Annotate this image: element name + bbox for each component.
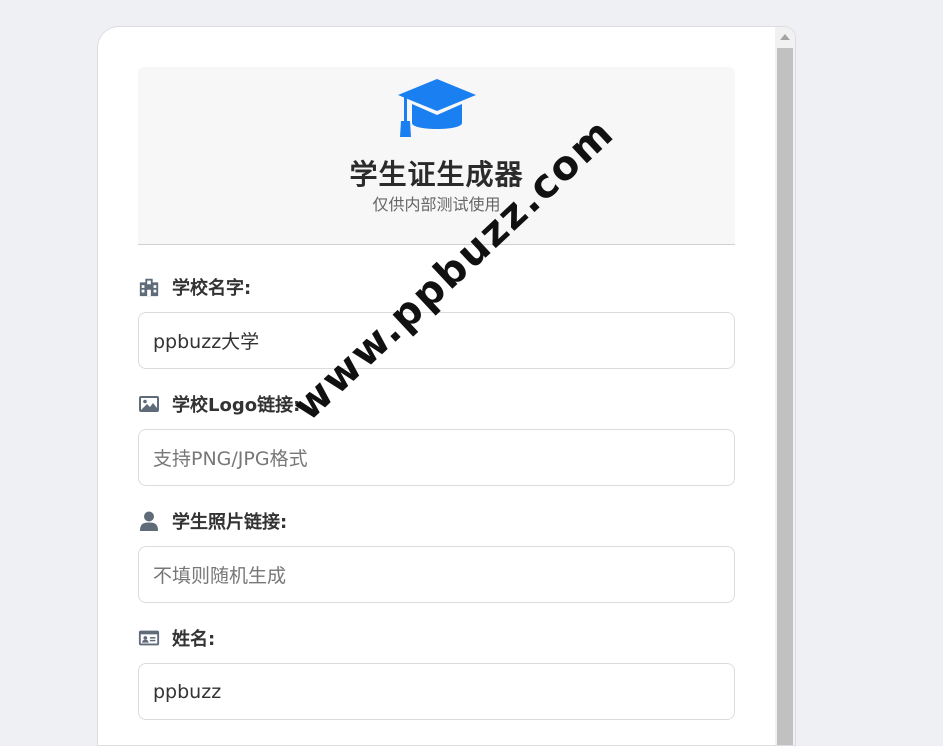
school-name-input[interactable]: ppbuzz大学 xyxy=(138,312,735,369)
student-photo-label-text: 学生照片链接: xyxy=(172,512,288,533)
student-photo-input[interactable]: 不填则随机生成 xyxy=(138,546,735,603)
student-name-input[interactable]: ppbuzz xyxy=(138,663,735,720)
student-name-label-text: 姓名: xyxy=(172,629,216,650)
scrollbar-thumb[interactable] xyxy=(777,48,793,745)
school-logo-field: 学校Logo链接: 支持PNG/JPG格式 xyxy=(138,391,735,486)
form-card: 学生证生成器 仅供内部测试使用 学校名字: ppbuzz大学 学校Logo链接:… xyxy=(97,26,796,746)
school-icon xyxy=(138,276,160,298)
id-card-icon xyxy=(138,627,160,649)
school-logo-placeholder: 支持PNG/JPG格式 xyxy=(153,448,308,470)
student-name-value: ppbuzz xyxy=(153,680,222,703)
school-logo-input[interactable]: 支持PNG/JPG格式 xyxy=(138,429,735,486)
scroll-up-arrow-icon[interactable] xyxy=(775,27,795,47)
school-name-value: ppbuzz大学 xyxy=(153,331,260,353)
student-name-label: 姓名: xyxy=(138,625,735,651)
student-name-field: 姓名: ppbuzz xyxy=(138,625,735,720)
student-photo-placeholder: 不填则随机生成 xyxy=(153,565,287,587)
page-title: 学生证生成器 xyxy=(349,158,524,191)
school-logo-label: 学校Logo链接: xyxy=(138,391,735,417)
user-icon xyxy=(138,510,160,532)
vertical-scrollbar[interactable] xyxy=(775,27,795,745)
page-subtitle: 仅供内部测试使用 xyxy=(372,195,501,214)
student-photo-label: 学生照片链接: xyxy=(138,508,735,534)
form-header: 学生证生成器 仅供内部测试使用 xyxy=(138,67,735,245)
image-icon xyxy=(138,393,160,415)
school-logo-label-text: 学校Logo链接: xyxy=(172,395,301,416)
student-photo-field: 学生照片链接: 不填则随机生成 xyxy=(138,508,735,603)
graduation-cap-icon xyxy=(398,79,476,137)
school-name-label-text: 学校名字: xyxy=(172,278,252,299)
